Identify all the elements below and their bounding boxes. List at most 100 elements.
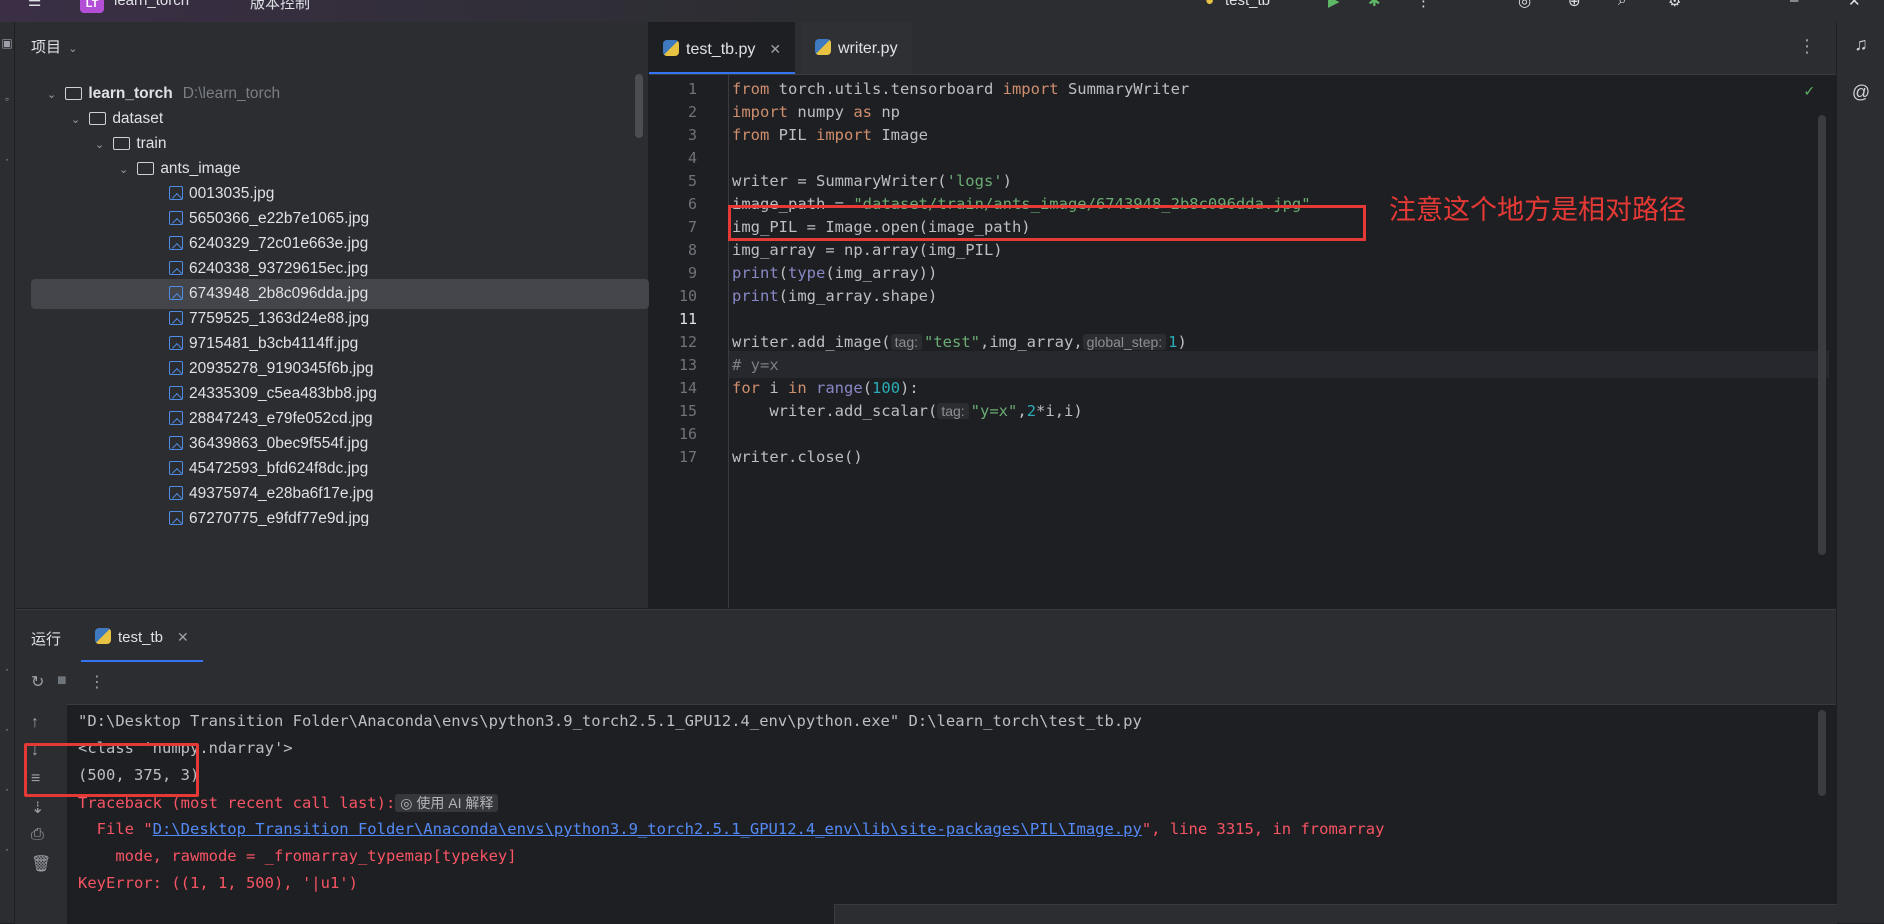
folder-icon bbox=[65, 87, 83, 100]
python-file-icon bbox=[815, 39, 831, 55]
scroll-end-icon[interactable]: ⇣ bbox=[31, 798, 44, 818]
tree-file-label: 24335309_c5ea483bb8.jpg bbox=[189, 385, 377, 402]
tree-file[interactable]: 67270775_e9fdf77e9d.jpg bbox=[31, 504, 649, 526]
more-icon[interactable]: ⋮ bbox=[1416, 0, 1431, 10]
console-scrollbar[interactable] bbox=[1818, 710, 1826, 796]
close-icon[interactable]: ✕ bbox=[1848, 0, 1861, 10]
python-console-icon[interactable]: · bbox=[0, 662, 14, 680]
line-number: 13 bbox=[678, 356, 697, 374]
run-tab-label: test_tb bbox=[118, 629, 164, 646]
terminal-tool-icon[interactable]: · bbox=[0, 722, 14, 740]
tab-writer[interactable]: writer.py bbox=[801, 22, 912, 74]
gear-icon[interactable]: ⚙ bbox=[1668, 0, 1681, 10]
console-line: KeyError: ((1, 1, 500), '|u1') bbox=[78, 874, 358, 892]
line-number: 12 bbox=[678, 333, 697, 351]
left-tool-strip: ▣ ◦ · · · · · bbox=[0, 22, 15, 923]
ai-explain-button[interactable]: ◎ 使用 AI 解释 bbox=[395, 794, 499, 812]
rerun-icon[interactable]: ↻ bbox=[31, 672, 44, 692]
folder-icon bbox=[89, 112, 107, 125]
param-hint: tag: bbox=[937, 403, 969, 419]
image-file-icon bbox=[169, 336, 183, 350]
python-file-icon bbox=[95, 628, 111, 644]
code-line: # y=x bbox=[732, 356, 779, 374]
tab-test-tb[interactable]: test_tb.py ✕ bbox=[649, 22, 796, 74]
tree-file-label: 36439863_0bec9f554f.jpg bbox=[189, 435, 369, 452]
code-line: print(type(img_array)) bbox=[732, 264, 938, 282]
tree-folder-label: ants_image bbox=[160, 160, 241, 177]
line-number: 14 bbox=[678, 379, 697, 397]
current-line-highlight bbox=[729, 351, 1829, 378]
bell-icon[interactable]: ♫ bbox=[1849, 34, 1873, 58]
image-file-icon bbox=[169, 236, 183, 250]
tree-folder-label: train bbox=[136, 135, 167, 152]
right-tool-strip: ♫ @ bbox=[1836, 22, 1884, 923]
image-file-icon bbox=[169, 461, 183, 475]
line-number: 5 bbox=[687, 172, 697, 190]
param-hint: tag: bbox=[890, 334, 922, 350]
more-icon[interactable]: ⋮ bbox=[1798, 36, 1816, 57]
console-line: mode, rawmode = _fromarray_typemap[typek… bbox=[78, 847, 517, 865]
line-number: 17 bbox=[678, 448, 697, 466]
structure-tool-icon[interactable]: · bbox=[0, 152, 14, 170]
title-bar: ☰ LT learn_torch 版本控制 ● test_tb ▶ ✱ ⋮ ◎ … bbox=[0, 0, 1884, 22]
tree-file-label: 6240329_72c01e663e.jpg bbox=[189, 235, 369, 252]
check-icon[interactable]: ✓ bbox=[1804, 81, 1814, 100]
editor-scrollbar[interactable] bbox=[1818, 115, 1826, 555]
tree-file-label: 6240338_93729615ec.jpg bbox=[189, 260, 369, 277]
folder-icon bbox=[137, 162, 155, 175]
commit-tool-icon[interactable]: ◦ bbox=[0, 92, 14, 110]
image-file-icon bbox=[169, 211, 183, 225]
tab-label: test_tb.py bbox=[686, 41, 756, 58]
add-user-icon[interactable]: ⊕ bbox=[1568, 0, 1581, 10]
arrow-up-icon[interactable]: ↑ bbox=[31, 714, 39, 732]
line-number: 8 bbox=[687, 241, 697, 259]
param-hint: global_step: bbox=[1082, 334, 1167, 350]
ai-spiral-icon[interactable]: ◎ bbox=[1518, 0, 1531, 10]
project-badge[interactable]: LT bbox=[80, 0, 104, 13]
tree-file-label: 0013035.jpg bbox=[189, 185, 275, 202]
project-panel: 项目 ⌄ ⌄ learn_torch D:\learn_torch ⌄ datas… bbox=[15, 22, 649, 608]
project-tool-icon[interactable]: ▣ bbox=[0, 36, 14, 54]
vcs-menu[interactable]: 版本控制 bbox=[250, 0, 310, 13]
menu-icon[interactable]: ☰ bbox=[28, 0, 41, 10]
close-icon[interactable]: ✕ bbox=[177, 629, 189, 645]
image-file-icon bbox=[169, 186, 183, 200]
run-tab[interactable]: test_tb ✕ bbox=[81, 610, 203, 662]
line-number: 6 bbox=[687, 195, 697, 213]
git-tool-icon[interactable]: · bbox=[0, 842, 14, 860]
run-side-toolbar: ↑ ↓ ≡ ⇣ ⎙ 🗑 bbox=[15, 704, 67, 924]
code-line: writer.add_scalar(tag: "y=x",2*i,i) bbox=[732, 402, 1083, 420]
traceback-file-link[interactable]: D:\Desktop Transition Folder\Anaconda\en… bbox=[153, 820, 1142, 838]
tree-file-label: 7759525_1363d24e88.jpg bbox=[189, 310, 370, 327]
tree-file-label: 9715481_b3cb4114ff.jpg bbox=[189, 335, 359, 352]
chevron-down-icon: ⌄ bbox=[65, 43, 78, 55]
code-line: print(img_array.shape) bbox=[732, 287, 938, 305]
code-editor[interactable]: 1 2 3 4 5 6 7 8 9 10 11 12 13 14 15 16 1… bbox=[649, 75, 1836, 608]
ai-spiral-icon[interactable]: @ bbox=[1849, 82, 1873, 106]
tree-root-path: D:\learn_torch bbox=[182, 85, 281, 102]
tree-folder-label: dataset bbox=[112, 110, 164, 127]
run-icon[interactable]: ▶ bbox=[1328, 0, 1340, 10]
run-toolbar: ↻ ■ ⋮ bbox=[15, 662, 1836, 705]
run-config-select[interactable]: test_tb bbox=[1225, 0, 1270, 9]
search-icon[interactable]: ⌕ bbox=[1618, 0, 1626, 9]
bottom-popup-edge bbox=[834, 904, 1837, 924]
project-name[interactable]: learn_torch bbox=[114, 0, 189, 9]
trash-icon[interactable]: 🗑 bbox=[31, 854, 51, 874]
stop-icon[interactable]: ■ bbox=[57, 672, 67, 690]
project-header[interactable]: 项目 ⌄ bbox=[31, 36, 79, 57]
more-icon[interactable]: ⋮ bbox=[89, 672, 105, 692]
image-file-icon bbox=[169, 511, 183, 525]
line-number: 4 bbox=[687, 149, 697, 167]
tree-scrollbar[interactable] bbox=[635, 74, 643, 138]
print-icon[interactable]: ⎙ bbox=[31, 826, 44, 844]
tree-file-label: 28847243_e79fe052cd.jpg bbox=[189, 410, 373, 427]
line-number: 15 bbox=[678, 402, 697, 420]
problems-tool-icon[interactable]: · bbox=[0, 782, 14, 800]
annotation-box-output bbox=[24, 743, 199, 797]
debug-icon[interactable]: ✱ bbox=[1368, 0, 1381, 10]
close-icon[interactable]: ✕ bbox=[769, 41, 781, 57]
run-panel-title: 运行 bbox=[31, 631, 62, 648]
minimize-icon[interactable]: – bbox=[1790, 0, 1798, 9]
image-file-icon bbox=[169, 386, 183, 400]
